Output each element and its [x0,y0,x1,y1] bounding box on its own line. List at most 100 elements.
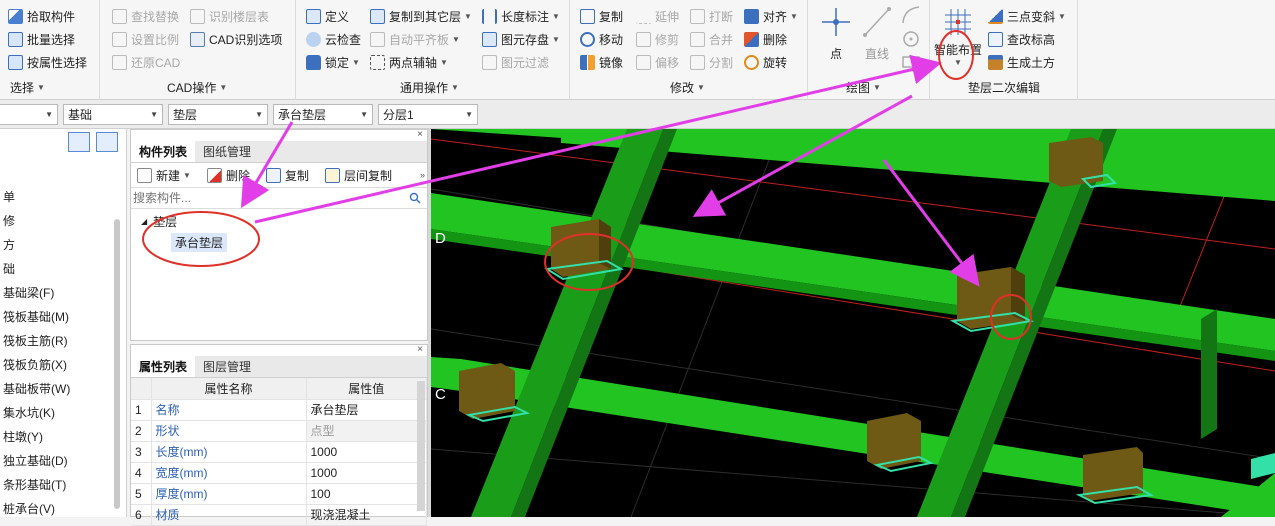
two-point-axis-button[interactable]: 两点辅轴 ▼ [370,52,448,72]
copy-to-other-floor-button[interactable]: 复制到其它层 ▼ [370,6,472,26]
batch-select-button[interactable]: 批量选择 [8,29,75,49]
extend-button[interactable]: 延伸 [636,6,679,26]
tab-property-list[interactable]: 属性列表 [131,356,196,377]
delete-button[interactable]: 删除 [744,29,787,49]
pile-cap[interactable] [544,219,624,281]
property-list-panel: × 属性列表 图层管理 属性名称 属性值 1 名称 承台垫层 2 形状 点型 3… [130,344,428,526]
nav-strip-foundation[interactable]: 条形基础(T) [3,473,66,495]
new-component-button[interactable]: 新建 ▼ [137,167,191,184]
identify-floor-table-button[interactable]: 识别楼层表 [190,6,269,26]
close-icon[interactable]: × [417,345,423,355]
length-dimension-button[interactable]: 长度标注 ▼ [482,6,560,26]
nav-sump-pit[interactable]: 集水坑(K) [3,401,55,423]
inter-floor-copy-button[interactable]: 层间复制 [324,167,392,184]
lock-icon [306,54,321,70]
nav-raft-main-rebar[interactable]: 筏板主筋(R) [3,329,68,351]
nav-raft-negative-rebar[interactable]: 筏板负筋(X) [3,353,67,375]
ribbon: 拾取构件 批量选择 按属性选择 选择 ▼ 查找替换 识别楼层表 设置比例 CAD… [0,0,1275,100]
modify-group-label[interactable]: 修改 ▼ [670,78,705,96]
layer-combo[interactable]: 分层1 ▼ [378,104,478,125]
category-combo[interactable]: 基础 ▼ [63,104,163,125]
close-icon[interactable]: × [417,130,423,140]
pick-component-button[interactable]: 拾取构件 [8,6,75,26]
type-combo[interactable]: 垫层 ▼ [168,104,268,125]
mirror-icon [580,54,595,70]
select-by-property-button[interactable]: 按属性选择 [8,52,87,72]
tab-layer-management[interactable]: 图层管理 [195,356,259,377]
split-button[interactable]: 分割 [690,52,733,72]
cushion-edit-group: 智能布置 ▼ 三点变斜 ▼ 查改标高 生成土方 垫层二次编辑 [930,0,1078,100]
nav-partial-item[interactable]: 方 [3,233,15,255]
nav-foundation-beam[interactable]: 基础梁(F) [3,281,54,303]
more-chevron-icon[interactable]: » [420,170,425,180]
find-replace-button[interactable]: 查找替换 [112,6,179,26]
offset-button[interactable]: 偏移 [636,52,679,72]
nav-isolated-foundation[interactable]: 独立基础(D) [3,449,68,471]
property-scrollbar[interactable] [417,381,425,511]
nav-pile-cap[interactable]: 桩承台(V) [3,497,55,517]
table-row[interactable]: 3 长度(mm) 1000 [131,441,427,463]
check-elevation-button[interactable]: 查改标高 [988,29,1055,49]
floor-combo[interactable]: ▼ [0,104,58,125]
break-button[interactable]: 打断 [690,6,733,26]
element-filter-button[interactable]: 图元过滤 [482,52,549,72]
view-toggle-list[interactable] [68,132,90,152]
line-icon [863,7,891,37]
table-row[interactable]: 2 形状 点型 [131,420,427,442]
point-draw-button[interactable]: 点 [816,6,856,62]
trim-button[interactable]: 修剪 [636,29,679,49]
merge-button[interactable]: 合并 [690,29,733,49]
slope-icon [988,8,1003,24]
auto-align-slab-button[interactable]: 自动平齐板 ▼ [370,29,460,49]
nav-partial-item[interactable]: 单 [3,185,15,207]
copy-component-button[interactable]: 复制 [265,167,309,184]
table-row[interactable]: 4 宽度(mm) 1000 [131,462,427,484]
lock-button[interactable]: 锁定 ▼ [306,52,360,72]
search-icon[interactable] [409,192,421,204]
tab-component-list[interactable]: 构件列表 [131,141,196,162]
nav-partial-item[interactable]: 础 [3,257,15,279]
draw-group-label[interactable]: 绘图 ▼ [846,78,881,96]
nav-scrollbar[interactable] [114,219,120,509]
general-group-label[interactable]: 通用操作 ▼ [400,78,459,96]
rectangle-icon[interactable] [900,54,922,70]
3d-viewport[interactable]: D C [431,129,1275,517]
mirror-button[interactable]: 镜像 [580,52,623,72]
trim-icon [636,31,651,47]
dimension-icon [482,8,497,24]
set-scale-button[interactable]: 设置比例 [112,29,179,49]
copy-button[interactable]: 复制 [580,6,623,26]
split-icon [690,54,705,70]
nav-partial-item[interactable]: 修 [3,209,15,231]
table-row[interactable]: 5 厚度(mm) 100 [131,483,427,505]
tab-drawing-management[interactable]: 图纸管理 [195,141,259,162]
rotate-button[interactable]: 旋转 [744,52,787,72]
arc-icon[interactable] [900,4,922,26]
cad-group-label[interactable]: CAD操作 ▼ [167,78,227,96]
cloud-check-button[interactable]: 云检查 [306,29,361,49]
chevron-down-icon: ▼ [255,110,263,119]
generate-earthwork-button[interactable]: 生成土方 [988,52,1055,72]
delete-component-button[interactable]: 删除 [206,167,250,184]
chevron-down-icon: ▼ [552,11,560,21]
three-point-slope-button[interactable]: 三点变斜 ▼ [988,6,1066,26]
copy-icon [580,8,595,24]
cad-options-button[interactable]: CAD识别选项 [190,29,282,49]
align-button[interactable]: 对齐 ▼ [744,6,798,26]
nav-column-pier[interactable]: 柱墩(Y) [3,425,43,447]
smart-place-button[interactable]: 智能布置 ▼ [932,8,984,67]
line-draw-button[interactable]: 直线 [858,6,896,62]
component-combo[interactable]: 承台垫层 ▼ [273,104,373,125]
view-toggle-detail[interactable] [96,132,118,152]
circle-icon[interactable] [900,28,922,50]
element-save-button[interactable]: 图元存盘 ▼ [482,29,560,49]
component-search-input[interactable] [133,191,403,205]
select-group-label[interactable]: 选择 ▼ [10,78,45,96]
table-row[interactable]: 1 名称 承台垫层 [131,399,427,421]
nav-raft-foundation[interactable]: 筏板基础(M) [3,305,69,327]
move-button[interactable]: 移动 [580,29,623,49]
restore-cad-button[interactable]: 还原CAD [112,52,180,72]
nav-foundation-strip[interactable]: 基础板带(W) [3,377,70,399]
define-button[interactable]: 定义 [306,6,349,26]
table-row[interactable]: 6 材质 现浇混凝土 [131,504,427,526]
